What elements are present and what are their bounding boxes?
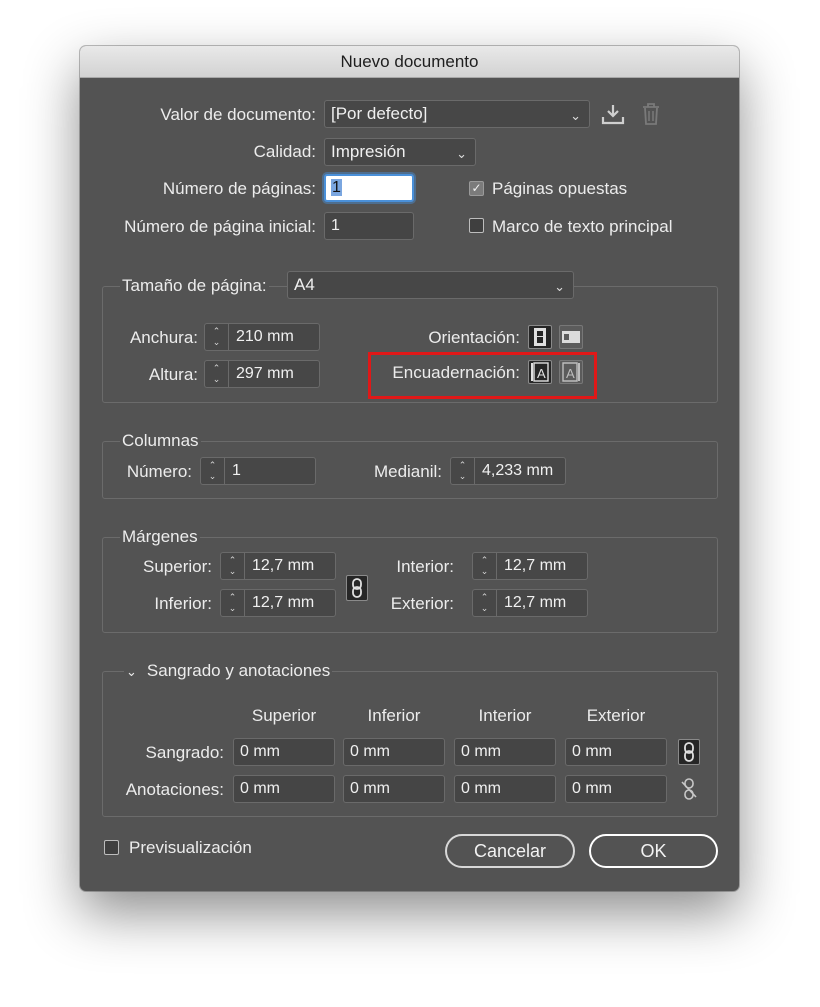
columns-title: Columnas xyxy=(120,430,201,452)
save-preset-icon[interactable] xyxy=(600,102,626,126)
margin-bottom-stepper[interactable]: ⌃ ⌄ 12,7 mm xyxy=(220,589,336,617)
margin-bottom-value: 12,7 mm xyxy=(252,594,315,611)
slug-top-input[interactable]: 0 mm xyxy=(233,775,335,803)
margin-bottom-label: Inferior: xyxy=(154,594,212,613)
stepper-arrows-icon[interactable]: ⌃ ⌄ xyxy=(221,553,245,579)
bleed-link-button[interactable] xyxy=(678,739,700,765)
new-document-dialog: Nuevo documento Valor de documento: [Por… xyxy=(80,46,739,891)
column-number-value: 1 xyxy=(232,462,241,479)
stepper-arrows-icon[interactable]: ⌃ ⌄ xyxy=(205,324,229,350)
slug-inside-input[interactable]: 0 mm xyxy=(454,775,556,803)
stepper-arrows-icon[interactable]: ⌃ ⌄ xyxy=(451,458,475,484)
height-value: 297 mm xyxy=(236,365,294,382)
ok-button[interactable]: OK xyxy=(589,834,718,868)
bleed-top-input[interactable]: 0 mm xyxy=(233,738,335,766)
orientation-label: Orientación: xyxy=(428,328,520,347)
page-count-value: 1 xyxy=(331,179,342,196)
bleed-slug-title: Sangrado y anotaciones xyxy=(146,661,331,680)
preview-label: Previsualización xyxy=(129,838,252,857)
stepper-arrows-icon[interactable]: ⌃ ⌄ xyxy=(201,458,225,484)
height-stepper[interactable]: ⌃ ⌄ 297 mm xyxy=(204,360,320,388)
broken-chain-link-icon[interactable] xyxy=(679,777,699,801)
margin-outside-value: 12,7 mm xyxy=(504,594,567,611)
bleed-bottom-input[interactable]: 0 mm xyxy=(343,738,445,766)
bleed-col-bottom: Inferior xyxy=(367,706,421,725)
slug-label: Anotaciones: xyxy=(125,780,224,799)
document-preset-label: Valor de documento: xyxy=(160,105,316,124)
page-count-label: Número de páginas: xyxy=(162,179,316,198)
width-label: Anchura: xyxy=(129,328,198,347)
facing-pages-checkbox[interactable]: ✓ xyxy=(469,181,484,196)
bleed-slug-toggle[interactable]: ⌄ Sangrado y anotaciones xyxy=(124,660,333,683)
gutter-stepper[interactable]: ⌃ ⌄ 4,233 mm xyxy=(450,457,566,485)
bleed-label: Sangrado: xyxy=(145,743,224,762)
preview-checkbox[interactable] xyxy=(104,840,119,855)
page-size-value: A4 xyxy=(294,275,315,294)
page-size-select[interactable]: A4 ⌄ xyxy=(287,271,574,299)
landscape-orientation-button[interactable] xyxy=(559,325,583,349)
page-size-label: Tamaño de página: xyxy=(120,275,269,297)
primary-text-frame-checkbox[interactable] xyxy=(469,218,484,233)
chevron-down-icon: ⌄ xyxy=(570,108,581,123)
gutter-label: Medianil: xyxy=(373,462,442,481)
margin-inside-value: 12,7 mm xyxy=(504,557,567,574)
quality-label: Calidad: xyxy=(253,142,316,161)
width-value: 210 mm xyxy=(236,328,294,345)
stepper-arrows-icon[interactable]: ⌃ ⌄ xyxy=(473,590,497,616)
document-preset-select[interactable]: [Por defecto] ⌄ xyxy=(324,100,590,128)
binding-highlight-box xyxy=(368,352,597,399)
facing-pages-label: Páginas opuestas xyxy=(492,179,628,198)
start-page-label: Número de página inicial: xyxy=(124,217,316,236)
margin-top-value: 12,7 mm xyxy=(252,557,315,574)
margin-top-stepper[interactable]: ⌃ ⌄ 12,7 mm xyxy=(220,552,336,580)
cancel-button[interactable]: Cancelar xyxy=(445,834,575,868)
column-number-label: Número: xyxy=(126,462,192,481)
slug-bottom-input[interactable]: 0 mm xyxy=(343,775,445,803)
page-count-input[interactable]: 1 xyxy=(324,174,414,202)
portrait-icon xyxy=(534,328,546,346)
start-page-input[interactable]: 1 xyxy=(324,212,414,240)
margin-outside-label: Exterior: xyxy=(390,594,454,613)
bleed-col-inside: Interior xyxy=(478,706,532,725)
bleed-col-outside: Exterior xyxy=(586,706,646,725)
portrait-orientation-button[interactable] xyxy=(528,325,552,349)
trash-icon[interactable] xyxy=(641,102,661,126)
column-number-stepper[interactable]: ⌃ ⌄ 1 xyxy=(200,457,316,485)
chevron-down-icon: ⌄ xyxy=(456,146,467,161)
margin-top-label: Superior: xyxy=(143,557,212,576)
bleed-inside-input[interactable]: 0 mm xyxy=(454,738,556,766)
margins-group xyxy=(102,537,718,633)
margin-inside-label: Interior: xyxy=(396,557,454,576)
quality-value: Impresión xyxy=(331,142,406,161)
width-stepper[interactable]: ⌃ ⌄ 210 mm xyxy=(204,323,320,351)
margin-outside-stepper[interactable]: ⌃ ⌄ 12,7 mm xyxy=(472,589,588,617)
window-title: Nuevo documento xyxy=(80,46,739,78)
stepper-arrows-icon[interactable]: ⌃ ⌄ xyxy=(221,590,245,616)
chevron-down-icon: ⌄ xyxy=(554,279,565,294)
stepper-arrows-icon[interactable]: ⌃ ⌄ xyxy=(473,553,497,579)
gutter-value: 4,233 mm xyxy=(482,462,554,479)
bleed-col-top: Superior xyxy=(251,706,317,725)
chevron-down-icon: ⌄ xyxy=(126,664,137,679)
bleed-outside-input[interactable]: 0 mm xyxy=(565,738,667,766)
chain-link-icon xyxy=(684,742,694,762)
landscape-icon xyxy=(562,331,580,343)
margins-title: Márgenes xyxy=(120,526,200,548)
slug-outside-input[interactable]: 0 mm xyxy=(565,775,667,803)
primary-text-frame-label: Marco de texto principal xyxy=(492,217,673,236)
quality-select[interactable]: Impresión ⌄ xyxy=(324,138,476,166)
document-preset-value: [Por defecto] xyxy=(331,104,428,123)
margin-inside-stepper[interactable]: ⌃ ⌄ 12,7 mm xyxy=(472,552,588,580)
height-label: Altura: xyxy=(148,365,198,384)
stepper-arrows-icon[interactable]: ⌃ ⌄ xyxy=(205,361,229,387)
